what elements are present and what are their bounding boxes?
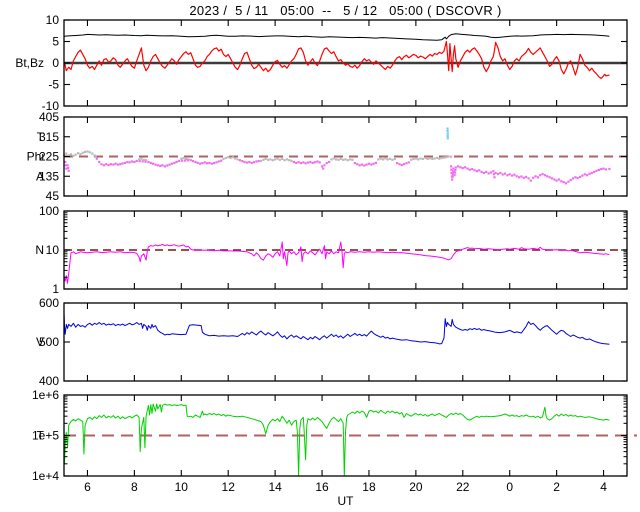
panel-frame: [63, 116, 628, 197]
y-tick-label: 10: [46, 243, 60, 257]
x-tick-label: 20: [409, 480, 423, 494]
panel-bt-bz: 1050-5-10Bt,Bz: [15, 13, 628, 113]
y-tick-label: 10: [46, 13, 60, 27]
axis-label-a: A: [36, 169, 44, 183]
y-tick-label: 1e+4: [32, 469, 59, 483]
y-tick-label: 100: [39, 204, 59, 218]
x-tick-label: 22: [456, 480, 470, 494]
panel-phi: 40531522513545TPhiA: [27, 110, 628, 203]
plot-title: 2023 / 5 / 11 05:00 -- 5 / 12 05:00 ( DS…: [189, 3, 502, 18]
series-Bt: [63, 33, 610, 41]
solar-wind-plot-page: 2023 / 5 / 11 05:00 -- 5 / 12 05:00 ( DS…: [0, 0, 640, 512]
series-V: [63, 312, 610, 345]
panel-temperature: 1e+61e+51e+4T: [32, 388, 637, 483]
x-tick-label: 10: [175, 480, 189, 494]
y-tick-label: 0: [52, 56, 59, 70]
x-tick-label: 12: [222, 480, 236, 494]
series-Bz: [63, 40, 610, 80]
axis-label-t: T: [37, 130, 45, 144]
y-tick-label: 405: [39, 110, 59, 124]
series-phi-away: [64, 157, 611, 185]
y-tick-label: 5: [52, 35, 59, 49]
y-tick-label: 400: [39, 374, 59, 388]
x-tick-label: 16: [315, 480, 329, 494]
y-tick-label: 600: [39, 296, 59, 310]
panel-frame: [63, 302, 628, 382]
series-phi-toward: [62, 150, 453, 162]
x-tick-label: 2: [553, 480, 560, 494]
axis-label-phi: Phi: [27, 150, 44, 164]
axis-label-n: N: [35, 243, 44, 257]
x-tick-label: 18: [362, 480, 376, 494]
y-tick-label: 1: [52, 282, 59, 296]
axis-label-v: V: [36, 335, 44, 349]
panel-density: 100 10 1 N: [35, 204, 628, 296]
axis-label-t: T: [37, 429, 45, 443]
series-T: [63, 403, 610, 477]
series-phi-outlier: [446, 127, 449, 140]
y-tick-label: -5: [48, 78, 59, 92]
chart-canvas: 1050-5-10Bt,Bz40531522513545TPhiA100101N…: [15, 13, 637, 508]
x-tick-label: 8: [131, 480, 138, 494]
x-tick-label: 4: [600, 480, 607, 494]
panel-velocity: 600500400V: [36, 296, 628, 388]
y-tick-label: 1e+6: [32, 388, 59, 402]
y-tick-label: 45: [46, 189, 60, 203]
axis-label-bt,bz: Bt,Bz: [15, 56, 44, 70]
x-tick-label: 6: [84, 480, 91, 494]
x-axis-title: UT: [338, 494, 355, 508]
x-tick-label: 14: [268, 480, 282, 494]
x-tick-label: 0: [506, 480, 513, 494]
series-N: [63, 241, 610, 284]
